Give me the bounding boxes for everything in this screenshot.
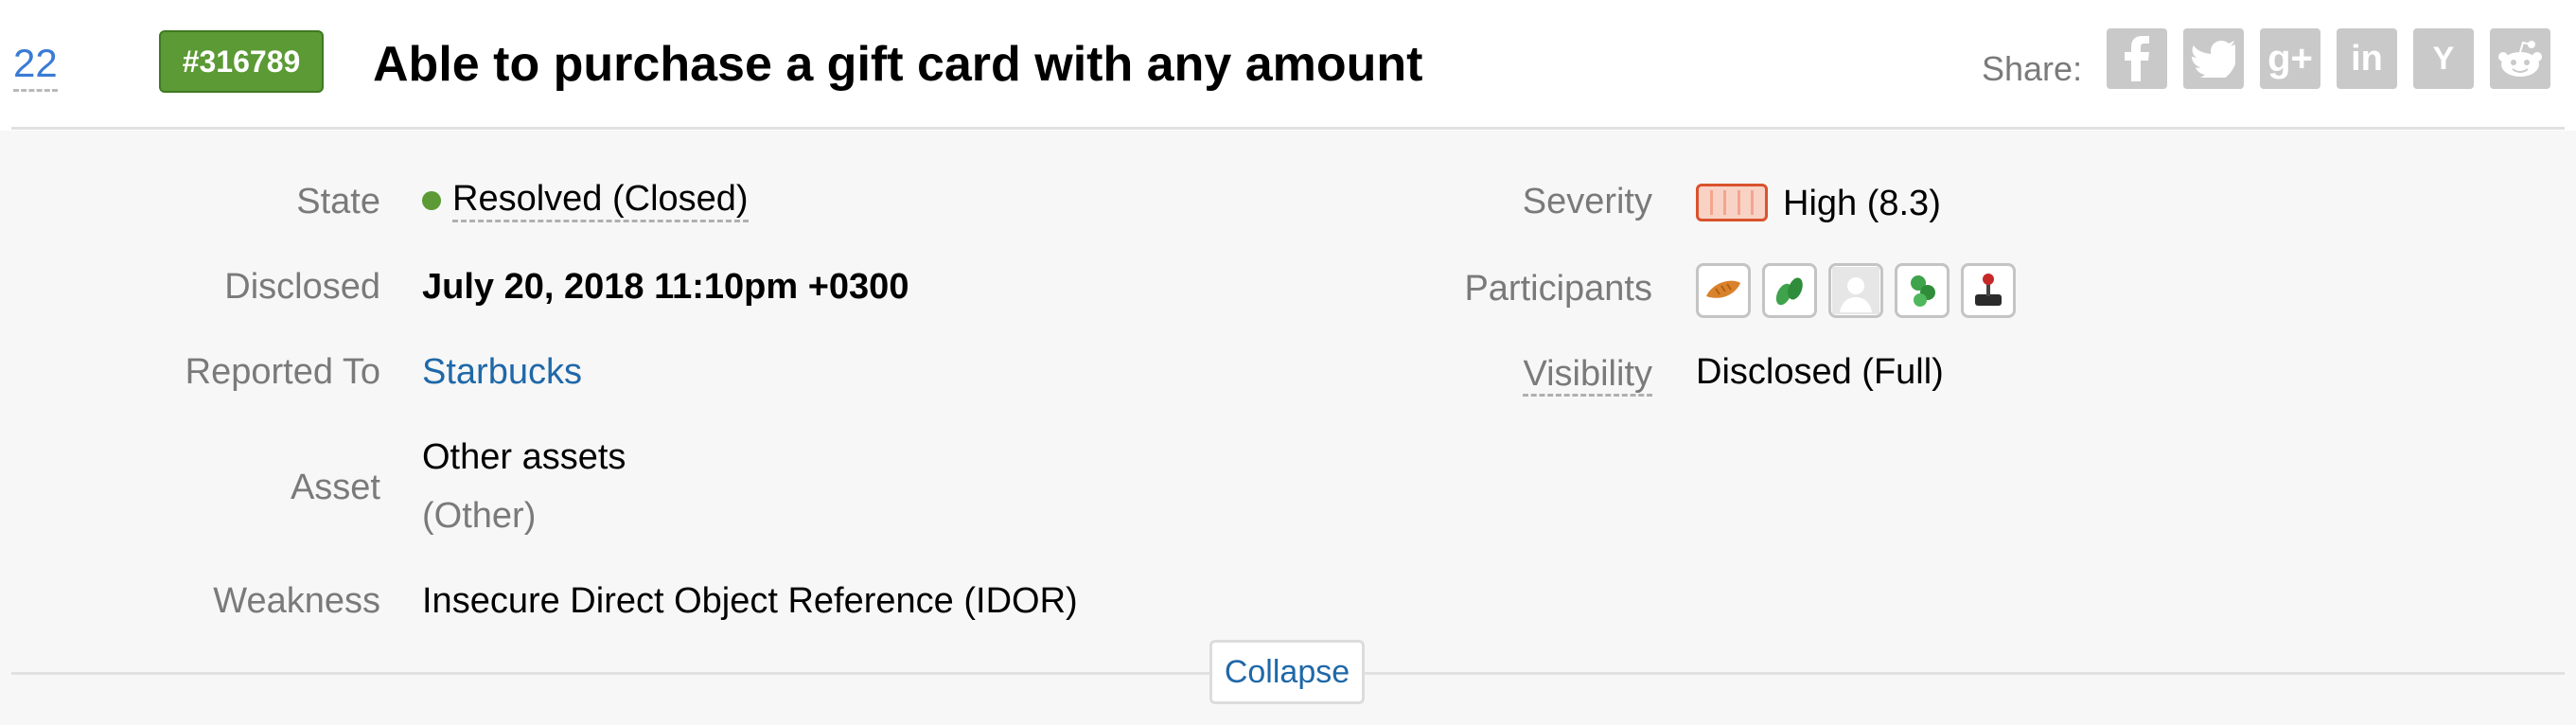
vote-count[interactable]: 22 [13,40,58,92]
status-dot-icon [422,190,441,210]
linkedin-icon: in [2351,38,2383,79]
state-value[interactable]: Resolved (Closed) [422,178,749,222]
share-label: Share: [1982,49,2083,88]
google-plus-share-button[interactable]: g+ [2260,28,2320,89]
weakness-value: Insecure Direct Object Reference (IDOR) [422,581,1078,621]
reported-to-label: Reported To [185,352,380,392]
hacker-news-share-button[interactable]: Y [2413,28,2474,89]
asset-value: Other assets [422,437,626,477]
linkedin-share-button[interactable]: in [2337,28,2397,89]
joystick-icon [1975,274,2002,306]
visibility-label: Visibility [1274,354,1652,397]
header-divider [11,127,2565,130]
severity-high-icon [1696,184,1768,221]
participant-avatar[interactable] [1961,263,2016,318]
report-id-badge[interactable]: #316789 [159,30,324,93]
visibility-label-text[interactable]: Visibility [1523,354,1652,397]
collapse-button[interactable]: Collapse [1209,640,1365,704]
leaf-icon [1775,277,1803,306]
participant-avatar[interactable] [1895,263,1950,318]
twitter-icon [2192,41,2235,78]
participant-avatar[interactable] [1762,263,1817,318]
facebook-icon [2125,36,2149,81]
reddit-share-button[interactable] [2490,28,2550,89]
participant-avatar[interactable] [1696,263,1751,318]
asset-type: (Other) [422,496,537,536]
program-link[interactable]: Starbucks [422,352,582,393]
google-plus-icon: g+ [2267,37,2313,80]
report-title: Able to purchase a gift card with any am… [373,37,1423,92]
state-label: State [296,182,380,221]
twitter-share-button[interactable] [2183,28,2244,89]
reddit-icon [2498,41,2542,77]
participant-avatar[interactable] [1828,263,1883,318]
asset-label: Asset [290,468,380,507]
disclosed-date: July 20, 2018 11:10pm +0300 [422,267,909,307]
default-user-icon [1832,267,1879,314]
severity-value[interactable]: High (8.3) [1783,184,1941,224]
facebook-share-button[interactable] [2107,28,2167,89]
green-blob-icon [1911,275,1935,307]
hacker-news-icon: Y [2432,40,2455,77]
disclosed-label: Disclosed [224,267,380,307]
participants-label: Participants [1464,269,1652,309]
severity-label: Severity [1522,182,1652,221]
bread-icon [1706,280,1740,298]
weakness-label: Weakness [213,581,380,621]
state-text: Resolved (Closed) [452,178,749,222]
visibility-value: Disclosed (Full) [1696,352,1944,392]
